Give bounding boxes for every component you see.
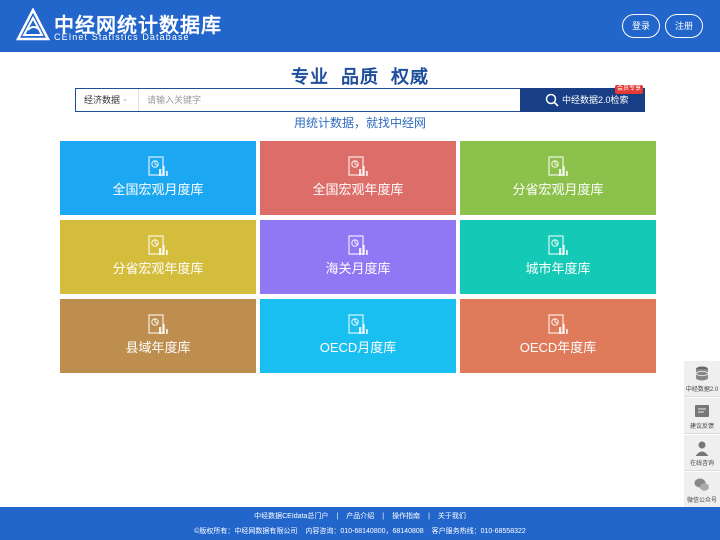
- footer-separator: |: [428, 513, 430, 520]
- database-tile-grid: 全国宏观月度库 全国宏观年度库 分省宏观月度库 分省宏观年度库 海关月度库 城市…: [60, 141, 656, 373]
- chart-doc-icon: [548, 156, 568, 176]
- support-icon: [695, 441, 709, 456]
- footer-separator: |: [336, 513, 339, 520]
- tile-label: 分省宏观年度库: [112, 261, 204, 276]
- database-icon: [695, 366, 709, 381]
- tagline: 用统计数据，就找中经网: [293, 116, 426, 130]
- tile-national-macro-monthly[interactable]: 全国宏观月度库: [60, 141, 256, 215]
- wechat-icon: [694, 478, 709, 491]
- feedback-icon: [695, 405, 709, 417]
- sidebar-item-label: 微信公众号: [686, 498, 717, 504]
- tile-label: OECD年度库: [519, 340, 597, 355]
- chart-doc-icon: [348, 156, 368, 176]
- sidebar-item-label: 在线咨询: [689, 461, 714, 467]
- member-badge: 会员专享: [615, 85, 644, 94]
- footer-link-ceidata-portal[interactable]: 中经数据CEIdata总门户: [254, 513, 328, 520]
- chart-doc-icon: [348, 235, 368, 255]
- slogan-heading: 专业 品质 权威: [290, 67, 429, 87]
- login-button[interactable]: 登录: [622, 14, 660, 38]
- footer-link-about[interactable]: 关于我们: [438, 513, 466, 520]
- footer-links: 中经数据CEIdata总门户 | 产品介绍 | 操作指南 | 关于我们: [0, 511, 720, 521]
- site-footer: 中经数据CEIdata总门户 | 产品介绍 | 操作指南 | 关于我们 ©版权所有：中经网数…: [0, 507, 720, 540]
- tile-label: OECD月度库: [319, 340, 397, 355]
- search-icon: [545, 93, 559, 107]
- site-header: 中经网统计数据库 CEInet Statistics Database 登录 注…: [0, 0, 720, 52]
- tile-provincial-macro-monthly[interactable]: 分省宏观月度库: [460, 141, 656, 215]
- tile-customs-monthly[interactable]: 海关月度库: [260, 220, 456, 294]
- logo-mark-icon: [16, 8, 50, 41]
- chart-doc-icon: [548, 314, 568, 334]
- register-button[interactable]: 注册: [665, 14, 703, 38]
- chart-doc-icon: [148, 314, 168, 334]
- site-logo[interactable]: 中经网统计数据库 CEInet Statistics Database: [16, 8, 231, 44]
- tile-oecd-annual[interactable]: OECD年度库: [460, 299, 656, 373]
- sidebar-item-wechat[interactable]: 微信公众号: [684, 472, 720, 508]
- tile-label: 县域年度库: [125, 340, 191, 355]
- search-category-select[interactable]: 经济数据 ⌄: [76, 89, 138, 111]
- consult-phone-text: 内容咨询：010-68140800，68140808: [305, 528, 424, 535]
- chart-doc-icon: [348, 314, 368, 334]
- footer-copyright: ©版权所有：中经网数据有限公司 内容咨询：010-68140800，681408…: [0, 526, 720, 536]
- hotline-text: 客户服务热线：010-68558322: [431, 528, 526, 535]
- chart-doc-icon: [148, 235, 168, 255]
- tile-county-annual[interactable]: 县域年度库: [60, 299, 256, 373]
- chart-doc-icon: [548, 235, 568, 255]
- sidebar-item-feedback[interactable]: 建议反馈: [684, 398, 720, 434]
- logo-english-text: CEInet Statistics Database: [54, 32, 190, 42]
- tile-oecd-monthly[interactable]: OECD月度库: [260, 299, 456, 373]
- sidebar-item-label: 建议反馈: [689, 424, 714, 430]
- tile-label: 全国宏观年度库: [312, 182, 404, 197]
- tile-national-macro-annual[interactable]: 全国宏观年度库: [260, 141, 456, 215]
- tile-label: 全国宏观月度库: [112, 182, 204, 197]
- footer-link-products[interactable]: 产品介绍: [346, 513, 374, 520]
- sidebar-item-ceidata[interactable]: 中经数据2.0: [684, 361, 720, 397]
- chevron-down-icon: ⌄: [122, 96, 128, 103]
- tile-label: 城市年度库: [525, 261, 591, 276]
- search-button[interactable]: 中经数据2.0检索 会员专享: [520, 85, 645, 112]
- search-category-value: 经济数据: [84, 95, 121, 105]
- chart-doc-icon: [148, 156, 168, 176]
- tile-provincial-macro-annual[interactable]: 分省宏观年度库: [60, 220, 256, 294]
- sidebar-item-label: 中经数据2.0: [685, 387, 719, 393]
- tile-label: 海关月度库: [325, 261, 391, 276]
- footer-separator: |: [382, 513, 385, 520]
- search-input[interactable]: [138, 89, 520, 111]
- tile-city-annual[interactable]: 城市年度库: [460, 220, 656, 294]
- tile-label: 分省宏观月度库: [512, 182, 604, 197]
- copyright-text: ©版权所有：中经网数据有限公司: [194, 528, 298, 535]
- search-bar: 经济数据 ⌄ 中经数据2.0检索 会员专享: [75, 85, 645, 112]
- sidebar-item-online-consult[interactable]: 在线咨询: [684, 435, 720, 471]
- footer-link-guide[interactable]: 操作指南: [392, 513, 420, 520]
